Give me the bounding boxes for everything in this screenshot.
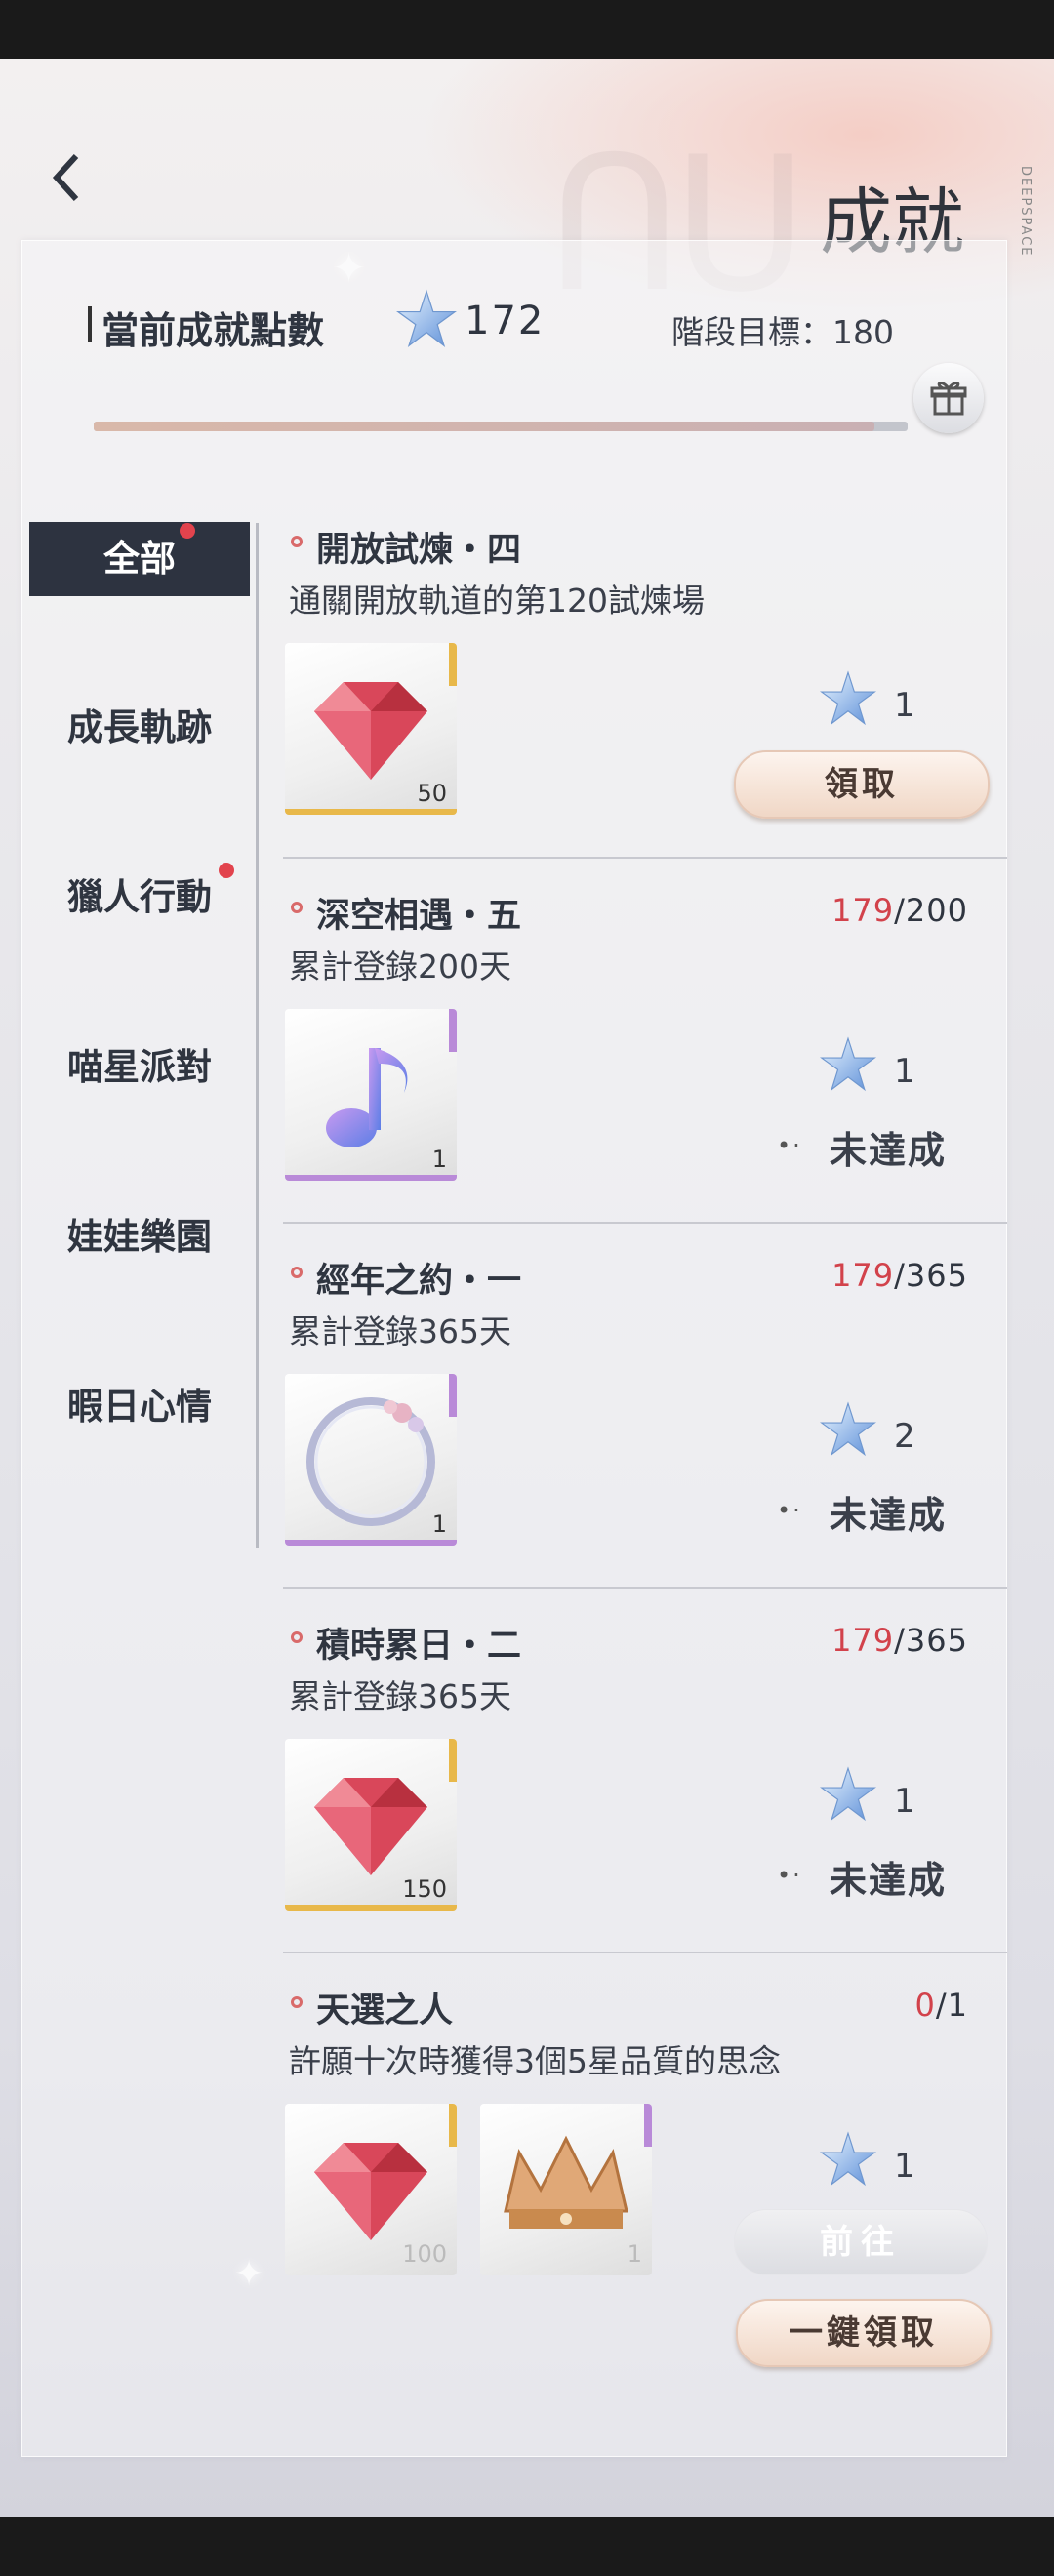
back-chevron-icon [52, 153, 79, 202]
rarity-bar [285, 1905, 457, 1911]
sidebar-item-hunter[interactable]: 獵人行動 [29, 861, 250, 935]
reward-quantity: 1 [431, 1146, 447, 1173]
achievement-title: 深空相遇・五 [316, 897, 522, 936]
sidebar-item-label: 成長軌跡 [67, 706, 212, 748]
achievement-desc: 累計登錄365天 [289, 1312, 511, 1350]
sidebar-item-label: 全部 [103, 538, 176, 580]
reward-item[interactable]: 1 [285, 1009, 457, 1181]
achievement-title: 開放試煉・四 [316, 531, 522, 570]
brand-text: DEEPSPACE [1018, 166, 1033, 258]
bullet-icon [291, 1267, 303, 1278]
sidebar-item-leisure[interactable]: 暇日心情 [29, 1370, 250, 1444]
rarity-marker [449, 1009, 457, 1052]
rarity-marker [449, 643, 457, 686]
notification-dot [219, 863, 234, 878]
rarity-marker [449, 2104, 457, 2147]
achievement-card: 經年之約・一 179/365 累計登錄365天 1 2 •· 未達成 [283, 1253, 1007, 1585]
reward-item[interactable]: 150 [285, 1739, 457, 1911]
achievement-progress: 179/365 [831, 1622, 968, 1659]
status-dots-icon: •· [777, 1497, 802, 1524]
back-button[interactable] [47, 148, 96, 207]
achievement-desc: 累計登錄365天 [289, 1677, 511, 1715]
reward-quantity: 50 [417, 780, 447, 807]
achievement-card: 天選之人 0/1 許願十次時獲得3個5星品質的思念 100 1 1 前往 [283, 1983, 1007, 2314]
reward-quantity: 100 [402, 2240, 447, 2268]
bullet-icon [291, 536, 303, 547]
floral-ring-frame-icon [306, 1397, 435, 1526]
rarity-marker [449, 1739, 457, 1782]
achievement-progress: 179/200 [831, 892, 968, 929]
reward-quantity: 1 [627, 2240, 642, 2268]
go-button[interactable]: 前往 [734, 2209, 988, 2275]
divider [283, 857, 1007, 859]
achievement-title: 經年之約・一 [316, 1262, 522, 1301]
achievement-card: 積時累日・二 179/365 累計登錄365天 150 1 •· 未達成 [283, 1618, 1007, 1950]
header-marker [88, 306, 92, 342]
divider [283, 1952, 1007, 1953]
reward-item[interactable]: 1 [285, 1374, 457, 1546]
bullet-icon [291, 1996, 303, 2008]
reward-item[interactable]: 1 [480, 2104, 652, 2275]
sidebar-divider [256, 523, 259, 1548]
achievement-points: 1 [894, 686, 915, 725]
rarity-bar [285, 1540, 457, 1546]
achievement-status: 未達成 [830, 1494, 948, 1537]
gold-crown-icon [504, 2135, 628, 2229]
points-label: 當前成就點數 [101, 309, 325, 352]
reward-quantity: 1 [431, 1510, 447, 1538]
achievement-progress: 179/365 [831, 1257, 968, 1294]
rarity-bar [285, 1175, 457, 1181]
notification-dot [180, 523, 195, 539]
points-value: 172 [465, 299, 546, 343]
star-icon [820, 1036, 876, 1092]
sidebar-item-label: 暇日心情 [67, 1386, 212, 1428]
status-dots-icon: •· [777, 1862, 802, 1889]
star-icon [396, 289, 457, 347]
rarity-bar [285, 809, 457, 815]
sidebar-item-growth[interactable]: 成長軌跡 [29, 691, 250, 765]
reward-quantity: 150 [402, 1875, 447, 1903]
achievement-points: 1 [894, 1782, 915, 1821]
achievement-points: 2 [894, 1417, 915, 1456]
bullet-icon [291, 902, 303, 913]
achievement-points: 1 [894, 2147, 915, 2186]
achievement-desc: 許願十次時獲得3個5星品質的思念 [289, 2042, 781, 2080]
sidebar-item-all[interactable]: 全部 [29, 522, 250, 596]
star-icon [820, 1766, 876, 1822]
sidebar-item-label: 獵人行動 [67, 876, 212, 918]
star-icon [820, 1401, 876, 1457]
bullet-icon [291, 1631, 303, 1643]
achievement-card: 深空相遇・五 179/200 累計登錄200天 1 1 •· 未達成 [283, 888, 1007, 1220]
rarity-marker [449, 1374, 457, 1417]
achievement-status: 未達成 [830, 1129, 948, 1172]
sidebar-item-doll-park[interactable]: 娃娃樂園 [29, 1200, 250, 1274]
achievement-title: 積時累日・二 [316, 1627, 522, 1666]
sidebar-item-cat-party[interactable]: 喵星派對 [29, 1030, 250, 1105]
points-progress-fill [94, 422, 874, 431]
divider [283, 1222, 1007, 1224]
sidebar-item-label: 喵星派對 [67, 1046, 212, 1088]
achievement-card: 開放試煉・四 通關開放軌道的第120試煉場 50 1 領取 [283, 522, 1007, 854]
gift-icon [930, 382, 967, 416]
reward-item[interactable]: 100 [285, 2104, 457, 2275]
status-dots-icon: •· [777, 1132, 802, 1159]
music-note-icon [326, 1048, 408, 1147]
achievement-desc: 累計登錄200天 [289, 947, 511, 986]
achievement-title: 天選之人 [316, 1992, 454, 2031]
achievement-desc: 通關開放軌道的第120試煉場 [289, 582, 705, 620]
rarity-marker [644, 2104, 652, 2147]
achievement-points: 1 [894, 1052, 915, 1091]
claim-all-button[interactable]: 一鍵領取 [736, 2299, 992, 2367]
reward-item[interactable]: 50 [285, 643, 457, 815]
stage-target: 階段目標：180 [671, 313, 894, 351]
star-icon [820, 2131, 876, 2187]
achievement-progress: 0/1 [914, 1987, 968, 2024]
achievement-status: 未達成 [830, 1859, 948, 1902]
claim-button[interactable]: 領取 [734, 750, 990, 819]
star-icon [820, 670, 876, 726]
divider [283, 1587, 1007, 1589]
sidebar-item-label: 娃娃樂園 [67, 1216, 212, 1258]
gift-button[interactable] [913, 363, 984, 433]
